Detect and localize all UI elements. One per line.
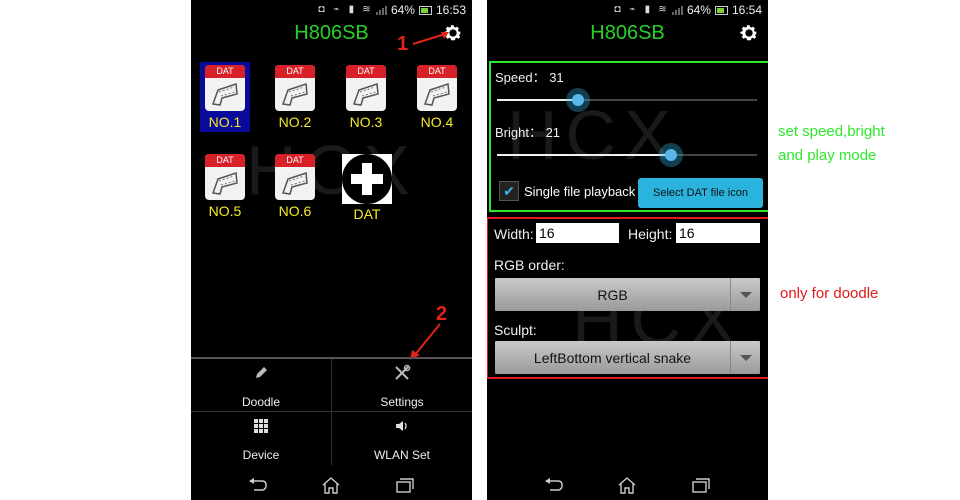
wifi-icon: ≋ — [362, 4, 371, 15]
home-button[interactable] — [319, 475, 343, 495]
sculpt-value: LeftBottom vertical snake — [533, 349, 692, 366]
status-bar: ◘ ⌁ ▮ ≋ 64% 16:54 — [487, 0, 768, 20]
film-file-icon: DAT — [346, 65, 386, 111]
width-label: Width: — [494, 226, 534, 242]
height-input[interactable]: 16 — [676, 223, 760, 243]
add-dat-tile[interactable]: DAT — [339, 151, 395, 222]
clock: 16:54 — [731, 3, 762, 17]
back-button[interactable] — [246, 475, 270, 495]
back-button[interactable] — [542, 475, 566, 495]
speed-slider[interactable] — [497, 88, 757, 112]
app-title: H806SB — [590, 22, 665, 44]
menu-item-label: WLAN Set — [373, 448, 430, 462]
dat-file-label: NO.1 — [208, 114, 242, 130]
menu-item-label: Device — [242, 448, 280, 462]
signal-icon — [671, 5, 683, 15]
status-bar: ◘ ⌁ ▮ ≋ 64% 16:53 — [191, 0, 472, 20]
film-file-icon: DAT — [205, 65, 245, 111]
wifi-icon: ≋ — [658, 4, 667, 15]
menu-item-doodle[interactable]: Doodle — [191, 359, 331, 412]
grid-icon — [254, 419, 268, 433]
bright-label: Bright： 21 — [495, 125, 561, 140]
annotation-step-1: 1 — [397, 33, 409, 55]
dat-file-label: NO.6 — [278, 203, 312, 219]
speed-label: Speed： 31 — [495, 70, 564, 85]
recents-button[interactable] — [393, 475, 417, 495]
home-icon — [323, 477, 340, 494]
battery-icon — [714, 5, 728, 15]
doodle-settings-note: only for doodle — [780, 285, 879, 302]
film-file-icon: DAT — [417, 65, 457, 111]
rgb-order-label: RGB order: — [494, 257, 565, 273]
vibrate-icon: ⌁ — [629, 4, 636, 15]
annotation-arrow-2 — [410, 323, 441, 360]
recents-button[interactable] — [689, 475, 713, 495]
film-file-icon: DAT — [205, 154, 245, 200]
dat-file-label: NO.5 — [208, 203, 242, 219]
film-file-icon: DAT — [275, 65, 315, 111]
battery-icon — [418, 5, 432, 15]
back-icon — [544, 478, 563, 491]
sculpt-label: Sculpt: — [494, 322, 537, 338]
wrench-screwdriver-icon — [395, 364, 411, 380]
playback-settings-note: set speed,bright and play mode — [778, 120, 885, 168]
sim-icon: ▮ — [348, 4, 355, 15]
bright-slider[interactable] — [497, 143, 757, 167]
menu-item-label: Settings — [380, 395, 424, 409]
recents-icon — [396, 478, 414, 493]
nav-bar — [487, 470, 768, 500]
dat-file-tile[interactable]: DAT NO.2 — [270, 62, 320, 132]
speaker-icon — [396, 421, 407, 431]
menu-item-device[interactable]: Device — [191, 412, 331, 465]
back-icon — [248, 478, 267, 491]
home-button[interactable] — [615, 475, 639, 495]
battery-percent: 64% — [686, 3, 711, 17]
battery-percent: 64% — [390, 3, 415, 17]
single-file-playback-checkbox[interactable]: ✔ — [499, 181, 519, 201]
note-line: and play mode — [778, 147, 877, 164]
single-file-playback-label: Single file playback — [524, 184, 636, 199]
clock: 16:53 — [435, 3, 466, 17]
width-input[interactable]: 16 — [536, 223, 619, 243]
phone-screen-settings: ◘ ⌁ ▮ ≋ 64% 16:54 H806SB HCX HCX Speed： … — [487, 0, 768, 500]
dat-file-label: NO.3 — [349, 114, 383, 130]
slider-thumb[interactable] — [565, 88, 590, 112]
menu-item-wlan-set[interactable]: WLAN Set — [332, 412, 472, 465]
dat-file-tile[interactable]: DAT NO.6 — [270, 151, 320, 221]
dat-file-tile[interactable]: DAT NO.3 — [341, 62, 391, 132]
nav-bar — [191, 470, 472, 500]
chevron-down-icon — [730, 278, 760, 311]
sim-icon: ▮ — [644, 4, 651, 15]
dat-file-tile[interactable]: DAT NO.1 — [200, 62, 250, 132]
recents-icon — [692, 478, 710, 493]
film-file-icon: DAT — [275, 154, 315, 200]
rgb-order-value: RGB — [597, 286, 628, 303]
slider-thumb[interactable] — [659, 143, 684, 167]
pencil-icon — [256, 367, 267, 378]
annotation-arrow-1 — [412, 32, 449, 45]
add-plus-icon — [342, 154, 392, 204]
menu-item-label: Doodle — [241, 395, 281, 409]
chevron-down-icon — [730, 341, 760, 374]
gear-icon[interactable] — [738, 22, 760, 44]
dat-file-tile[interactable]: DAT NO.4 — [412, 62, 462, 132]
shield-icon: ◘ — [318, 4, 325, 15]
home-icon — [619, 477, 636, 494]
shield-icon: ◘ — [614, 4, 621, 15]
bottom-menu: Doodle Settings Device WLAN Set — [191, 357, 472, 465]
dat-file-label: NO.4 — [420, 114, 454, 130]
select-dat-file-icon-button[interactable]: Select DAT file icon — [638, 178, 763, 208]
dat-file-tile[interactable]: DAT NO.5 — [200, 151, 250, 221]
phone-screen-main: ◘ ⌁ ▮ ≋ 64% 16:53 H806SB HCX DAT NO.1 DA… — [191, 0, 472, 500]
note-line: set speed,bright — [778, 123, 885, 140]
signal-icon — [375, 5, 387, 15]
add-dat-label: DAT — [353, 206, 381, 222]
vibrate-icon: ⌁ — [333, 4, 340, 15]
height-label: Height: — [628, 226, 673, 242]
rgb-order-dropdown[interactable]: RGB — [495, 278, 760, 311]
menu-item-settings[interactable]: Settings — [332, 359, 472, 412]
dat-file-label: NO.2 — [278, 114, 312, 130]
sculpt-dropdown[interactable]: LeftBottom vertical snake — [495, 341, 760, 374]
